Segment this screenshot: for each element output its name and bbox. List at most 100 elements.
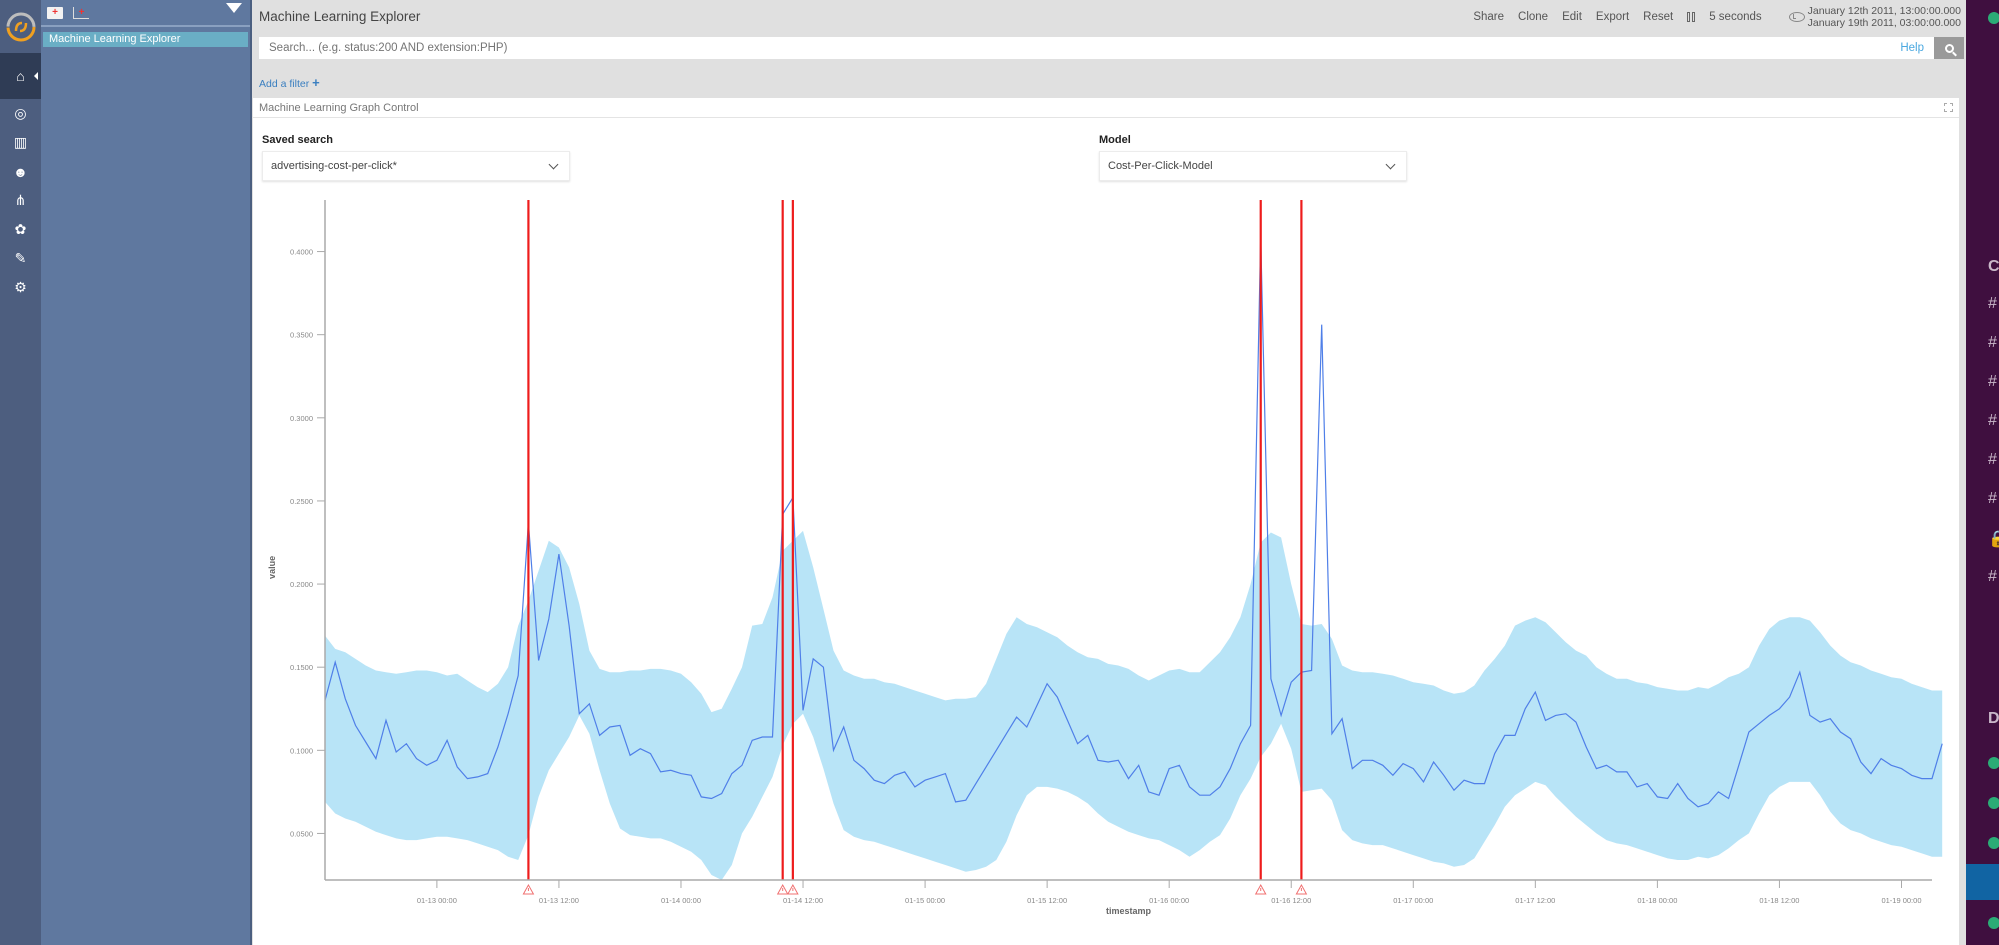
- chevron-down-icon: [548, 159, 559, 170]
- page-title: Machine Learning Explorer: [259, 9, 421, 24]
- warning-triangle-icon[interactable]: [1295, 883, 1308, 895]
- new-folder-icon[interactable]: +: [47, 6, 63, 19]
- chevron-down-icon: [1385, 159, 1396, 170]
- new-dashboard-icon[interactable]: +: [73, 6, 89, 19]
- add-filter-label: Add a filter: [259, 78, 310, 90]
- x-tick-label: 01-14 12:00: [783, 896, 823, 905]
- selected-conversation[interactable]: [1966, 864, 1999, 900]
- presence-dot: [1988, 797, 1999, 809]
- gear-icon: ⚙: [14, 279, 27, 295]
- channel-item[interactable]: #: [1988, 451, 1997, 469]
- model-select[interactable]: Cost-Per-Click-Model: [1099, 151, 1407, 181]
- y-tick-label: 0.0500: [290, 829, 313, 838]
- x-tick-label: 01-13 12:00: [539, 896, 579, 905]
- x-tick-label: 01-14 00:00: [661, 896, 701, 905]
- channel-item[interactable]: #: [1988, 568, 1997, 586]
- saved-search-label: Saved search: [262, 134, 333, 146]
- compass-icon: ◎: [14, 105, 27, 121]
- y-tick-label: 0.3500: [290, 331, 313, 340]
- y-tick-label: 0.2500: [290, 497, 313, 506]
- nav-item-dashboard[interactable]: ☻: [0, 157, 41, 186]
- channel-item[interactable]: #: [1988, 373, 1997, 391]
- app-logo[interactable]: [0, 0, 41, 53]
- clock-icon: [1788, 11, 1805, 22]
- clone-button[interactable]: Clone: [1511, 11, 1555, 23]
- search-input[interactable]: [259, 37, 1891, 59]
- x-tick-label: 01-17 12:00: [1515, 896, 1555, 905]
- wrench-icon: ✎: [14, 250, 27, 266]
- warning-triangle-icon[interactable]: [1254, 883, 1267, 895]
- refresh-interval[interactable]: 5 seconds: [1702, 11, 1768, 23]
- search-bar: Help: [259, 37, 1964, 59]
- warning-triangle-icon[interactable]: [522, 883, 535, 895]
- nav-item-machine-learning[interactable]: ✿: [0, 215, 41, 244]
- section-direct-messages[interactable]: D: [1988, 710, 1999, 728]
- top-bar: Machine Learning Explorer Share Clone Ed…: [253, 0, 1967, 33]
- channel-item[interactable]: #: [1988, 334, 1997, 352]
- presence-dot: [1988, 837, 1999, 849]
- reset-button[interactable]: Reset: [1636, 11, 1680, 23]
- x-tick-label: 01-18 00:00: [1637, 896, 1677, 905]
- edit-button[interactable]: Edit: [1555, 11, 1589, 23]
- app-window: ⌂ ◎ ▥ ☻ ⋔ ✿ ✎ ⚙ + + Machine Learning Explorer M…: [0, 0, 1999, 945]
- graph-network-icon: ⋔: [14, 192, 27, 208]
- logo-icon: [6, 12, 35, 41]
- y-tick-label: 0.4000: [290, 248, 313, 257]
- channel-item[interactable]: #: [1988, 412, 1997, 430]
- export-button[interactable]: Export: [1589, 11, 1636, 23]
- warning-triangle-icon[interactable]: [776, 883, 789, 895]
- presence-dot: [1988, 917, 1999, 929]
- x-axis-label: timestamp: [1106, 906, 1152, 916]
- nav-item-graph[interactable]: ⋔: [0, 186, 41, 215]
- secondary-app-sidebar: C # # # # # # 🔒 # D: [1966, 0, 1999, 945]
- sidebar-item-machine-learning-explorer[interactable]: Machine Learning Explorer: [43, 32, 248, 47]
- presence-dot: [1988, 12, 1999, 24]
- channel-item[interactable]: 🔒: [1988, 529, 1999, 549]
- time-range-picker[interactable]: January 12th 2011, 13:00:00.000 January …: [1788, 4, 1961, 29]
- anomaly-chart: 0.0500 0.1000 0.1500 0.2000 0.2500 0.3000 0.35…: [267, 200, 1943, 916]
- y-tick-label: 0.3000: [290, 414, 313, 423]
- clear-filter-icon[interactable]: [226, 3, 242, 13]
- x-tick-label: 01-13 00:00: [417, 896, 457, 905]
- x-tick-label: 01-16 12:00: [1271, 896, 1311, 905]
- y-tick-label: 0.2000: [290, 580, 313, 589]
- nav-item-discover[interactable]: ◎: [0, 99, 41, 128]
- bear-face-icon: ☻: [13, 163, 28, 180]
- x-tick-label: 01-17 00:00: [1393, 896, 1433, 905]
- bar-chart-icon: ▥: [13, 134, 28, 150]
- confidence-band: [325, 530, 1943, 880]
- panel-title: Machine Learning Graph Control: [259, 102, 419, 114]
- nav-item-home[interactable]: ⌂: [0, 53, 41, 99]
- section-channels[interactable]: C: [1988, 258, 1999, 276]
- nav-item-settings[interactable]: ⚙: [0, 273, 41, 302]
- panel-header: Machine Learning Graph Control: [253, 98, 1959, 118]
- share-button[interactable]: Share: [1466, 11, 1511, 23]
- y-axis-label: value: [267, 556, 277, 579]
- channel-item[interactable]: #: [1988, 490, 1997, 508]
- presence-dot: [1988, 757, 1999, 769]
- y-tick-label: 0.1000: [290, 746, 313, 755]
- pause-icon[interactable]: [1680, 11, 1702, 22]
- time-from: January 12th 2011, 13:00:00.000: [1807, 4, 1961, 17]
- saved-search-select[interactable]: advertising-cost-per-click*: [262, 151, 570, 181]
- x-tick-label: 01-18 12:00: [1759, 896, 1799, 905]
- nav-item-visualize[interactable]: ▥: [0, 128, 41, 157]
- fullscreen-icon[interactable]: [1944, 103, 1953, 112]
- x-tick-label: 01-16 00:00: [1149, 896, 1189, 905]
- search-button[interactable]: [1934, 37, 1964, 59]
- nav-item-dev-tools[interactable]: ✎: [0, 244, 41, 273]
- time-to: January 19th 2011, 03:00:00.000: [1807, 16, 1961, 29]
- model-label: Model: [1099, 134, 1131, 146]
- warning-triangle-icon[interactable]: [787, 883, 799, 895]
- nav-rail: ⌂ ◎ ▥ ☻ ⋔ ✿ ✎ ⚙: [0, 0, 41, 945]
- channel-item[interactable]: #: [1988, 295, 1997, 313]
- model-value: Cost-Per-Click-Model: [1108, 160, 1213, 172]
- add-filter-link[interactable]: Add a filter +: [259, 75, 320, 90]
- brain-icon: ✿: [14, 221, 27, 237]
- dashboard-sidebar: + + Machine Learning Explorer: [41, 0, 252, 945]
- plus-icon: +: [312, 75, 320, 90]
- x-tick-label: 01-15 12:00: [1027, 896, 1067, 905]
- x-tick-label: 01-15 00:00: [905, 896, 945, 905]
- help-link[interactable]: Help: [1890, 37, 1934, 59]
- x-tick-label: 01-19 00:00: [1881, 896, 1921, 905]
